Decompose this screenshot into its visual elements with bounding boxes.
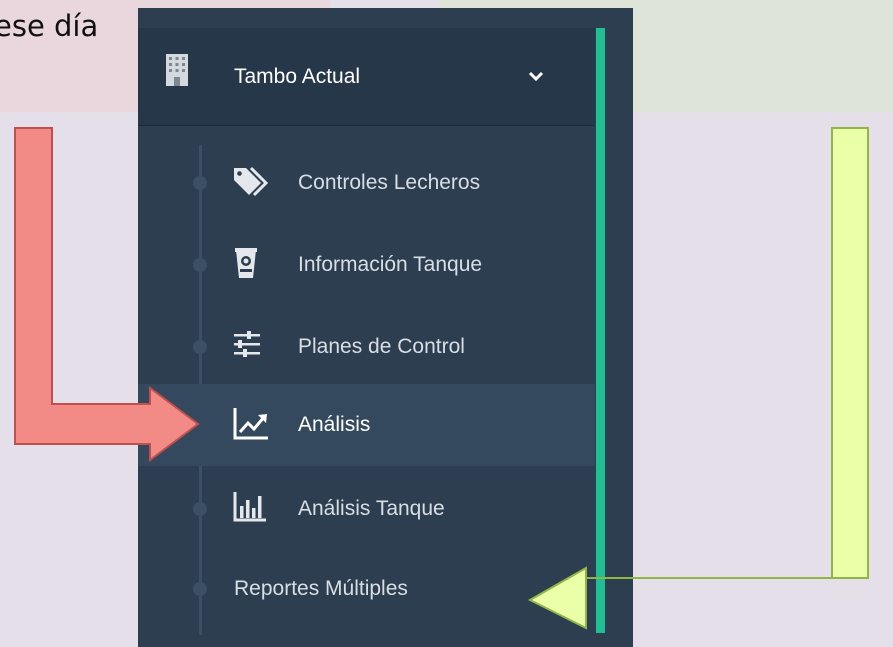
annotation-arrows (14, 127, 869, 630)
red-elbow-arrow (14, 127, 200, 462)
green-elbow-arrow (527, 127, 869, 630)
